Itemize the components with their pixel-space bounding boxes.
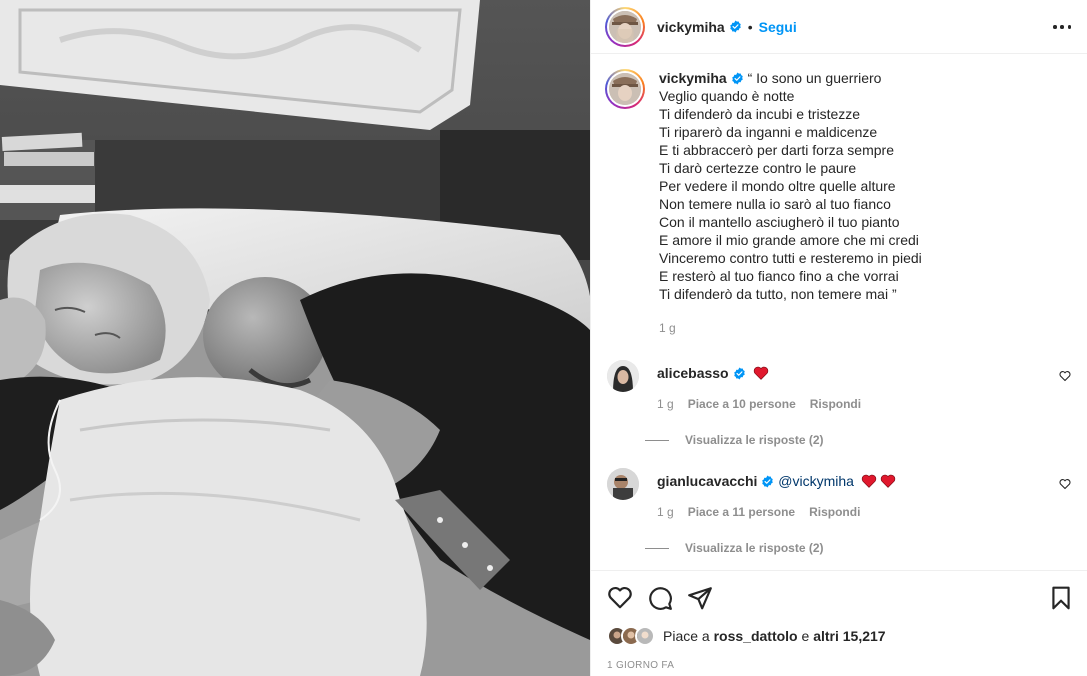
likes-prefix: Piace a [663,628,714,644]
post-date[interactable]: 1 giorno fa [607,660,674,671]
commenter-avatar[interactable] [607,360,639,392]
caption-line: Ti difenderò da incubi e tristezze [659,106,861,122]
caption-line: E ti abbraccerò per darti forza sempre [659,142,894,158]
verified-badge-icon [733,367,745,380]
caption-line: Con il mantello asciugherò il tuo pianto [659,214,900,230]
heart-outline-icon[interactable] [1059,370,1071,382]
liker-avatar [635,626,655,646]
post-actions: Piace a ross_dattolo e altri 15,217 1 gi… [591,570,1087,676]
instagram-post: vickymiha • Segui vickymiha “ Io sono un… [0,0,1087,676]
commenter-avatar[interactable] [607,468,639,500]
comment-mention[interactable]: @vickymiha [778,473,854,489]
caption-line: Veglio quando è notte [659,88,795,104]
heart-outline-icon[interactable] [607,585,633,611]
caption-line: Per vedere il mondo oltre quelle alture [659,178,896,194]
verified-badge-icon [762,475,774,488]
comment-likes[interactable]: Piace a 11 persone [688,505,795,519]
post-header: vickymiha • Segui [591,0,1087,54]
post-caption: vickymiha “ Io sono un guerriero Veglio … [605,69,922,335]
caption-line: E resterò al tuo fianco fino a che vorra… [659,268,899,284]
heart-emoji-icon [861,474,877,488]
likes-middle: e [797,628,814,644]
reply-button[interactable]: Rispondi [810,397,861,411]
verified-badge-icon [731,72,743,85]
post-photo[interactable] [0,0,590,676]
caption-avatar[interactable] [605,69,645,109]
comment-likes[interactable]: Piace a 10 persone [688,397,796,411]
comment-bubble-icon[interactable] [647,585,673,611]
header-separator: • [747,18,753,35]
caption-line: Vinceremo contro tutti e resteremo in pi… [659,250,922,266]
heart-emoji-icon [753,366,768,380]
paper-plane-icon[interactable] [687,585,713,611]
author-avatar[interactable] [605,6,645,47]
follow-button[interactable]: Segui [759,19,797,35]
comment-timestamp[interactable]: 1 g [657,397,674,411]
likes-user-link[interactable]: ross_dattolo [714,628,798,644]
heart-emoji-icon [880,474,896,488]
caption-line: Ti darò certezze contro le paure [659,160,857,176]
comment-item: gianlucavacchi @vickymiha 1 g Piace a 11… [607,468,1077,555]
comment-item: alicebasso 1 g Piace a 10 persone Rispon… [607,360,1077,447]
commenter-username[interactable]: gianlucavacchi [657,473,757,489]
view-replies-button[interactable]: Visualizza le risposte (2) [645,433,1077,447]
replies-divider [645,547,669,549]
heart-outline-icon[interactable] [1059,478,1071,490]
post-side-panel: vickymiha • Segui vickymiha “ Io sono un… [590,0,1087,676]
commenter-username[interactable]: alicebasso [657,365,729,381]
liker-avatars [607,626,659,646]
view-replies-button[interactable]: Visualizza le risposte (2) [645,541,1077,555]
likes-others-link[interactable]: altri 15,217 [813,628,885,644]
replies-divider [645,439,669,441]
likes-text: Piace a ross_dattolo e altri 15,217 [663,628,886,644]
comments-list[interactable]: vickymiha “ Io sono un guerriero Veglio … [591,55,1087,569]
caption-line: “ Io sono un guerriero [747,70,882,86]
caption-timestamp[interactable]: 1 g [659,321,922,335]
caption-username[interactable]: vickymiha [659,70,727,86]
caption-text: vickymiha “ Io sono un guerriero Veglio … [659,69,922,303]
author-username[interactable]: vickymiha [657,19,725,35]
caption-line: Non temere nulla io sarò al tuo fianco [659,196,891,212]
view-replies-label: Visualizza le risposte (2) [685,541,824,555]
comment-timestamp[interactable]: 1 g [657,505,674,519]
bookmark-icon[interactable] [1048,585,1074,611]
caption-line: Ti riparerò da inganni e maldicenze [659,124,878,140]
likes-summary[interactable]: Piace a ross_dattolo e altri 15,217 [607,626,886,646]
view-replies-label: Visualizza le risposte (2) [685,433,824,447]
photo-image [0,0,590,676]
caption-line: E amore il mio grande amore che mi credi [659,232,919,248]
more-options-icon[interactable] [1050,18,1074,36]
verified-badge-icon [729,20,741,33]
caption-line: Ti difenderò da tutto, non temere mai ” [659,286,897,302]
reply-button[interactable]: Rispondi [809,505,860,519]
